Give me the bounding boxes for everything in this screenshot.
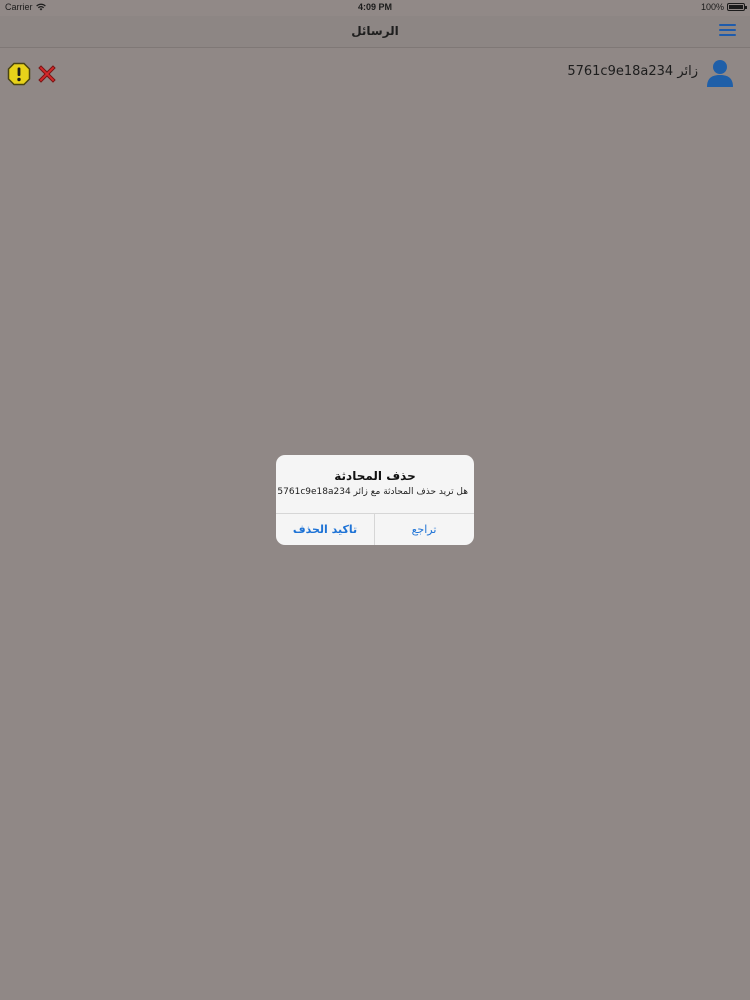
status-bar: Carrier 4:09 PM 100%: [0, 0, 750, 16]
page-title: الرسائل: [351, 24, 399, 38]
hamburger-menu-icon[interactable]: [719, 24, 736, 38]
cancel-button[interactable]: تراجع: [375, 514, 473, 545]
conversation-row[interactable]: 5761c9e18a234 زائر: [0, 52, 750, 96]
delete-x-icon[interactable]: [35, 62, 59, 86]
navigation-bar: الرسائل: [0, 16, 750, 48]
delete-conversation-alert: حذف المحادثة هل تريد حذف المحادثة مع زائ…: [276, 455, 474, 545]
alert-message: هل تريد حذف المحادثة مع زائر 5761c9e18a2…: [277, 487, 468, 497]
battery-icon: [727, 3, 747, 11]
user-avatar-icon: [707, 60, 733, 87]
warning-icon[interactable]: [7, 62, 31, 86]
alert-title: حذف المحادثة: [334, 469, 416, 483]
status-right: 100%: [700, 2, 747, 12]
status-time: 4:09 PM: [357, 2, 392, 12]
battery-percent: 100%: [700, 2, 724, 12]
confirm-delete-button[interactable]: تاكيد الحذف: [276, 514, 374, 545]
visitor-name: 5761c9e18a234 زائر: [567, 64, 698, 79]
